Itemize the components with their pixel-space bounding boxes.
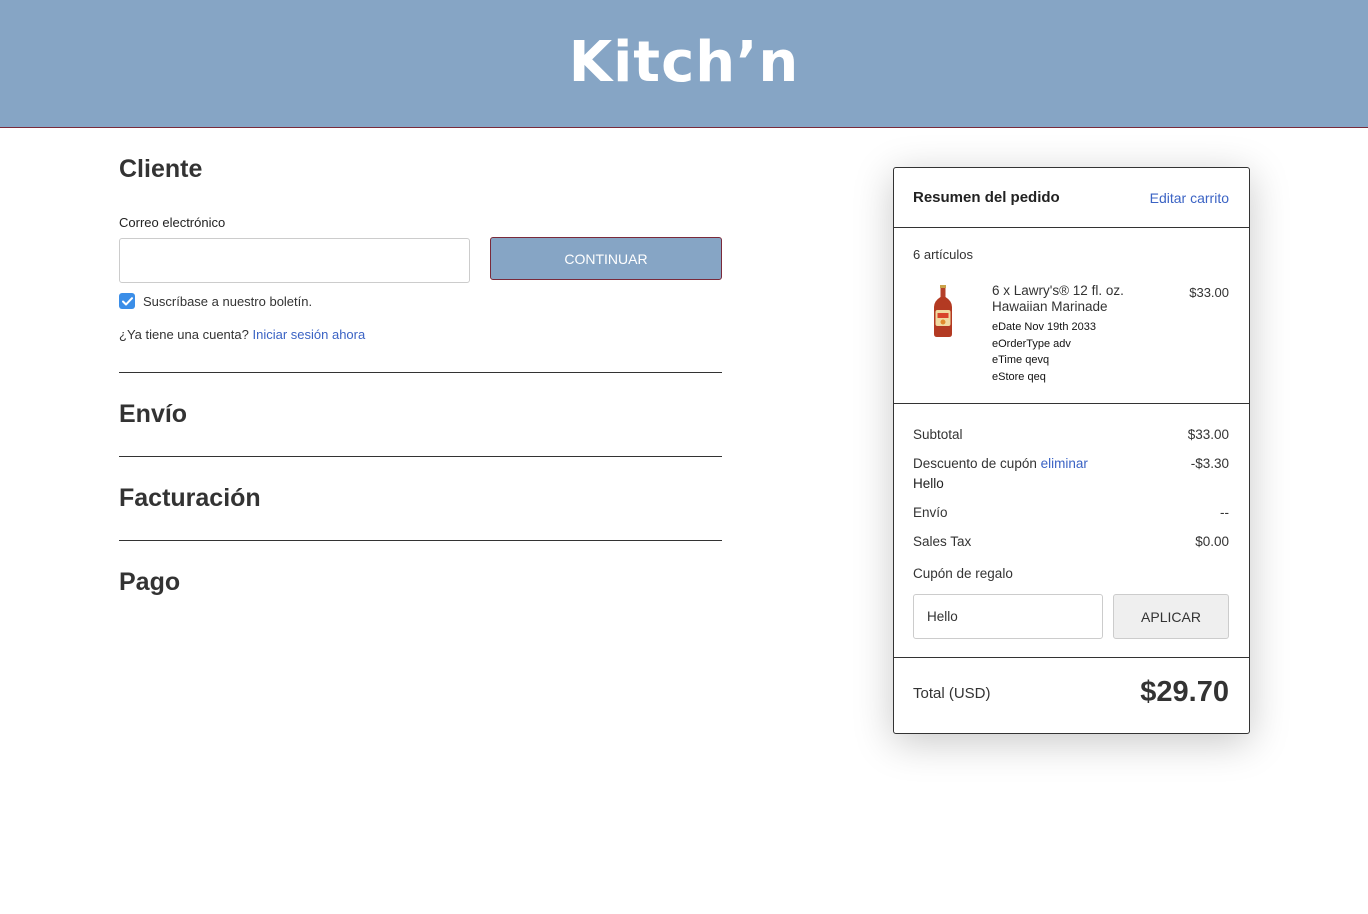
subtotal-label: Subtotal [913,427,963,442]
customer-step-title: Cliente [119,155,203,183]
email-label: Correo electrónico [119,215,226,230]
discount-label: Descuento de cupón [913,456,1037,471]
product-image [934,285,952,337]
shipping-value: -- [1220,505,1229,520]
order-total: Total (USD) $29.70 [894,658,1249,733]
product-option: eStore qeq [992,370,1046,383]
signin-prompt: ¿Ya tiene una cuenta? Iniciar sesión aho… [119,327,365,342]
gift-coupon-label: Cupón de regalo [913,566,1013,581]
payment-step-title: Pago [119,568,181,596]
email-field[interactable] [119,238,470,283]
total-label: Total (USD) [913,685,991,702]
divider [119,456,722,457]
apply-coupon-button[interactable]: APLICAR [1113,594,1229,639]
total-value: $29.70 [1140,676,1229,708]
divider [119,540,722,541]
coupon-code: Hello [913,476,944,491]
product-price: $33.00 [1189,285,1229,300]
site-header: Kitch’n [0,0,1368,128]
product-options: eDate Nov 19th 2033 eOrderType adv eTime… [992,319,1096,385]
discount-label-group: Descuento de cupón eliminar [913,456,1088,471]
shipping-row: Envío -- [913,505,1229,520]
discount-value: -$3.30 [1190,456,1229,471]
subtotal-row: Subtotal $33.00 [913,427,1229,442]
checkmark-icon [121,296,133,305]
billing-step-title: Facturación [119,484,261,512]
newsletter-checkbox[interactable] [119,293,135,309]
product-name: 6 x Lawry's® 12 fl. oz. Hawaiian Marinad… [992,283,1124,314]
newsletter-option[interactable]: Suscríbase a nuestro boletín. [119,293,312,309]
order-summary-title: Resumen del pedido [913,189,1060,206]
tax-value: $0.00 [1195,534,1229,549]
discount-row: Descuento de cupón eliminar -$3.30 [913,456,1229,471]
continue-button[interactable]: CONTINUAR [490,237,722,280]
item-count: 6 artículos [913,247,973,262]
cart-items: 6 artículos 6 x Lawry's® 12 fl. oz. Hawa… [894,228,1249,404]
tax-row: Sales Tax $0.00 [913,534,1229,549]
gift-coupon-input[interactable]: Hello [913,594,1103,639]
signin-link[interactable]: Iniciar sesión ahora [252,327,365,342]
tax-label: Sales Tax [913,534,972,549]
newsletter-label: Suscríbase a nuestro boletín. [143,293,313,309]
product-option: eTime qevq [992,354,1050,366]
shipping-step-title: Envío [119,400,188,428]
product-option: eDate Nov 19th 2033 [992,321,1096,333]
shipping-label: Envío [913,505,948,520]
divider [119,372,722,373]
account-question: ¿Ya tiene una cuenta? [119,327,249,342]
subtotal-value: $33.00 [1187,427,1229,442]
edit-cart-link[interactable]: Editar carrito [1150,190,1229,206]
product-option: eOrderType adv [992,337,1071,350]
order-summary-header: Resumen del pedido Editar carrito [894,168,1249,228]
remove-coupon-link[interactable]: eliminar [1041,456,1088,471]
order-totals: Subtotal $33.00 Descuento de cupón elimi… [894,404,1249,658]
order-summary: Resumen del pedido Editar carrito 6 artí… [893,167,1250,734]
brand-logo[interactable]: Kitch’n [569,30,800,95]
